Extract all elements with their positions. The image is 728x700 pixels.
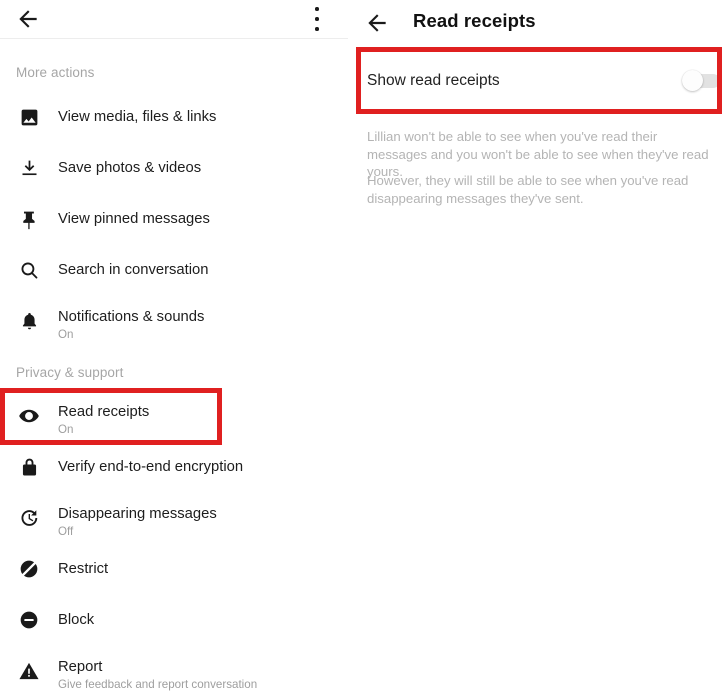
left-toolbar <box>0 0 348 38</box>
right-toolbar: Read receipts <box>349 0 728 48</box>
menu-item-label: Verify end-to-end encryption <box>58 459 244 475</box>
menu-item-report[interactable]: Report Give feedback and report conversa… <box>0 647 348 695</box>
description-paragraph-2: However, they will still be able to see … <box>367 173 689 206</box>
menu-item-restrict[interactable]: Restrict <box>0 545 348 593</box>
section-header-privacy-support: Privacy & support <box>16 365 124 380</box>
download-icon <box>17 156 41 180</box>
read-receipts-settings-panel: Read receipts Show read receipts Lillian… <box>349 0 728 700</box>
menu-item-label: Report <box>58 659 103 675</box>
block-icon <box>17 608 41 632</box>
toggle-thumb <box>682 70 703 91</box>
more-vert-icon[interactable] <box>311 7 323 31</box>
menu-item-label: View pinned messages <box>58 211 210 227</box>
menu-item-label: Notifications & sounds <box>58 309 205 325</box>
menu-item-verify-encryption[interactable]: Verify end-to-end encryption <box>0 443 348 491</box>
menu-item-label: View media, files & links <box>58 109 217 125</box>
conversation-settings-panel: More actions View media, files & links S… <box>0 0 348 700</box>
lock-icon <box>17 455 41 479</box>
arrow-back-icon[interactable] <box>364 10 390 36</box>
menu-item-notifications[interactable]: Notifications & sounds On <box>0 297 348 345</box>
menu-item-view-pinned[interactable]: View pinned messages <box>0 195 348 243</box>
restrict-icon <box>17 557 41 581</box>
show-read-receipts-row[interactable]: Show read receipts <box>349 50 728 112</box>
warning-icon <box>17 659 41 683</box>
bell-icon <box>17 309 41 333</box>
screenshot-root: More actions View media, files & links S… <box>0 0 728 700</box>
section-header-more-actions: More actions <box>16 65 95 80</box>
menu-item-label: Disappearing messages <box>58 506 217 522</box>
show-read-receipts-toggle[interactable] <box>682 70 722 92</box>
menu-item-save-photos[interactable]: Save photos & videos <box>0 144 348 192</box>
menu-item-search-conversation[interactable]: Search in conversation <box>0 246 348 294</box>
menu-item-sublabel: Give feedback and report conversation <box>58 678 258 691</box>
menu-item-label: Read receipts <box>58 404 150 420</box>
page-title: Read receipts <box>413 10 536 31</box>
pin-icon <box>17 207 41 231</box>
history-clock-icon <box>17 506 41 530</box>
eye-icon <box>17 404 41 428</box>
menu-item-label: Search in conversation <box>58 262 209 278</box>
menu-item-block[interactable]: Block <box>0 596 348 644</box>
arrow-back-icon[interactable] <box>15 6 41 32</box>
menu-item-sublabel: On <box>58 423 74 436</box>
search-icon <box>17 258 41 282</box>
menu-item-label: Restrict <box>58 561 109 577</box>
menu-item-disappearing-messages[interactable]: Disappearing messages Off <box>0 494 348 542</box>
menu-item-label: Block <box>58 612 95 628</box>
menu-item-sublabel: On <box>58 328 74 341</box>
image-icon <box>17 105 41 129</box>
menu-item-view-media[interactable]: View media, files & links <box>0 93 348 141</box>
toolbar-divider <box>0 38 348 39</box>
menu-item-read-receipts[interactable]: Read receipts On <box>0 392 348 440</box>
menu-item-sublabel: Off <box>58 525 74 538</box>
show-read-receipts-label: Show read receipts <box>367 72 500 89</box>
menu-item-label: Save photos & videos <box>58 160 202 176</box>
